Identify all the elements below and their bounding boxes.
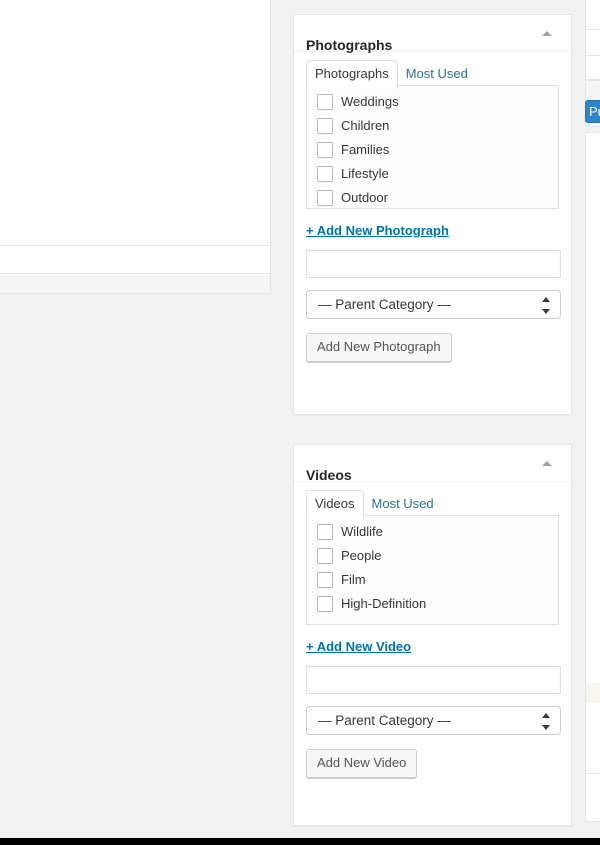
content-editor-box (0, 0, 271, 294)
postbox-inside-photographs: Photographs Most Used Weddings Children … (294, 60, 571, 362)
list-item[interactable]: Lifestyle (317, 166, 558, 182)
publish-box-divider (586, 29, 600, 30)
chevron-up-glyph (542, 31, 552, 36)
publish-button[interactable]: Publish (585, 100, 600, 123)
stepper-arrows-icon (542, 713, 551, 730)
list-item-label: Lifestyle (341, 166, 389, 181)
add-new-video-link[interactable]: + Add New Video (306, 639, 411, 654)
editor-footer (0, 275, 270, 293)
category-tabs-photographs: Photographs Most Used (306, 60, 559, 89)
stepper-arrows-icon (542, 297, 551, 314)
list-item[interactable]: Film (317, 572, 558, 588)
chevron-up-glyph (542, 713, 550, 718)
publish-column-sliver: Publish (585, 0, 600, 845)
list-item[interactable]: High-Definition (317, 596, 558, 612)
checkbox-icon[interactable] (317, 524, 333, 540)
checkbox-icon[interactable] (317, 190, 333, 206)
parent-category-select-videos[interactable]: — Parent Category — (306, 706, 561, 735)
chevron-up-icon[interactable] (533, 445, 563, 481)
publish-box-divider (586, 55, 600, 56)
highlighted-row (586, 683, 600, 703)
parent-category-selected-value: — Parent Category — (318, 713, 451, 728)
bottom-bar (0, 838, 600, 845)
category-checklist-videos: Wildlife People Film High-Definition (307, 524, 558, 612)
list-item[interactable]: Families (317, 142, 558, 158)
list-item[interactable]: Wildlife (317, 524, 558, 540)
tab-videos-most-used[interactable]: Most Used (364, 491, 442, 518)
editor-statusbar (0, 247, 270, 274)
list-item-label: Families (341, 142, 390, 157)
chevron-up-glyph (542, 461, 552, 466)
parent-category-selected-value: — Parent Category — (318, 297, 451, 312)
checkbox-icon[interactable] (317, 118, 333, 134)
tabs-panel-videos[interactable]: Wildlife People Film High-Definition (306, 515, 559, 625)
add-new-photograph-link[interactable]: + Add New Photograph (306, 223, 449, 238)
list-item[interactable]: Weddings (317, 94, 558, 110)
editor-canvas[interactable] (0, 0, 270, 246)
list-item-label: Children (341, 118, 390, 133)
tab-videos-all[interactable]: Videos (306, 490, 364, 519)
list-item[interactable]: Outdoor (317, 190, 558, 206)
tab-photographs-all[interactable]: Photographs (306, 60, 398, 89)
add-new-video-button[interactable]: Add New Video (306, 749, 418, 778)
new-photograph-name-input[interactable] (306, 250, 561, 278)
postbox-title-photographs: Photographs (306, 36, 393, 53)
checkbox-icon[interactable] (317, 166, 333, 182)
list-item-label: Weddings (341, 94, 399, 109)
checkbox-icon[interactable] (317, 548, 333, 564)
postbox-videos: Videos Videos Most Used Wildlife People (293, 444, 572, 826)
list-item[interactable]: People (317, 548, 558, 564)
category-checklist-photographs: Weddings Children Families Lifestyle Out… (307, 94, 558, 206)
chevron-down-glyph (542, 309, 550, 314)
list-item-label: Film (341, 572, 366, 587)
tabs-panel-photographs[interactable]: Weddings Children Families Lifestyle Out… (306, 85, 559, 209)
chevron-down-glyph (542, 725, 550, 730)
postbox-header-photographs: Photographs (294, 15, 571, 53)
parent-category-select-photographs[interactable]: — Parent Category — (306, 290, 561, 319)
list-item-label: People (341, 548, 382, 563)
tab-photographs-most-used[interactable]: Most Used (398, 61, 476, 88)
checkbox-icon[interactable] (317, 142, 333, 158)
new-video-name-input[interactable] (306, 666, 561, 694)
box-divider (586, 773, 600, 774)
checkbox-icon[interactable] (317, 572, 333, 588)
postbox-inside-videos: Videos Most Used Wildlife People Film Hi… (294, 490, 571, 778)
chevron-up-icon[interactable] (533, 15, 563, 51)
checkbox-icon[interactable] (317, 596, 333, 612)
tab-label: Videos (315, 496, 355, 511)
postbox-title-videos: Videos (306, 466, 352, 483)
chevron-up-glyph (542, 297, 550, 302)
checkbox-icon[interactable] (317, 94, 333, 110)
list-item-label: Wildlife (341, 524, 383, 539)
secondary-box-edge (585, 132, 600, 822)
add-new-photograph-button[interactable]: Add New Photograph (306, 333, 452, 362)
list-item-label: Outdoor (341, 190, 388, 205)
list-item[interactable]: Children (317, 118, 558, 134)
tab-label[interactable]: Most Used (406, 66, 468, 81)
content-editor-column (0, 0, 271, 294)
tab-label[interactable]: Most Used (372, 496, 434, 511)
postbox-photographs: Photographs Photographs Most Used Weddin… (293, 14, 572, 415)
category-tabs-videos: Videos Most Used (306, 490, 559, 519)
postbox-header-videos: Videos (294, 445, 571, 483)
tab-label: Photographs (315, 66, 389, 81)
list-item-label: High-Definition (341, 596, 427, 611)
